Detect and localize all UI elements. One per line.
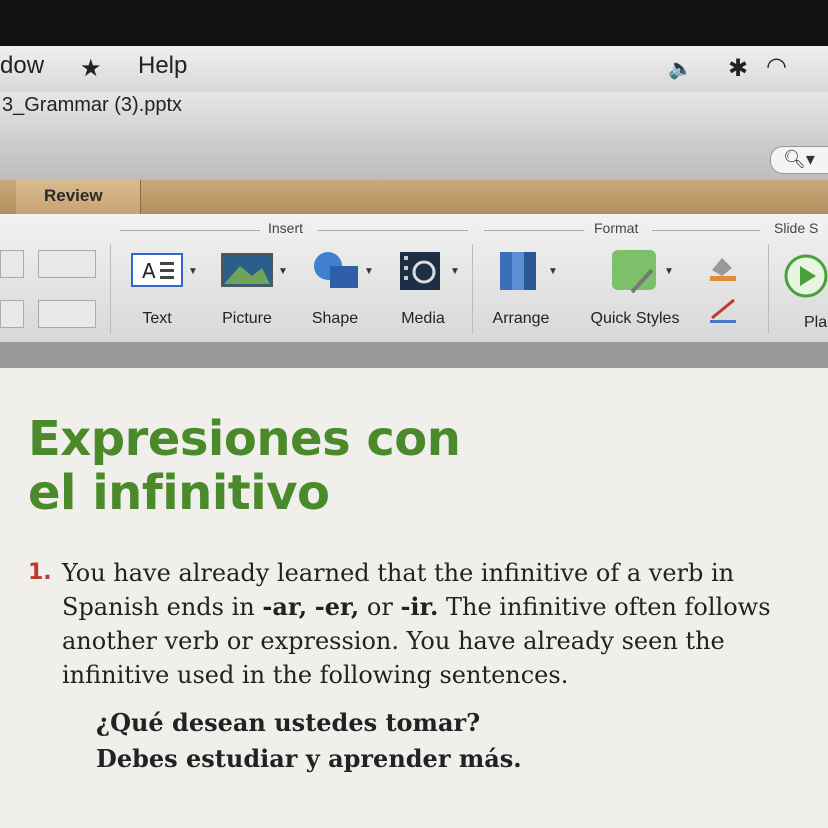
chevron-down-icon[interactable]: ▼ xyxy=(278,266,288,277)
ribbon-separator xyxy=(110,244,111,334)
chevron-down-icon[interactable]: ▼ xyxy=(664,266,674,277)
wifi-icon[interactable]: ◠ xyxy=(766,52,787,81)
paint-bucket-icon xyxy=(710,258,736,281)
text-button[interactable]: A ▼ Text xyxy=(122,248,198,338)
menu-help[interactable]: Help xyxy=(138,52,187,80)
media-button[interactable]: ▼ Media xyxy=(388,248,460,338)
quick-styles-button-label: Quick Styles xyxy=(590,310,680,327)
chevron-down-icon[interactable]: ▼ xyxy=(188,266,198,277)
pen-icon xyxy=(710,298,736,323)
ending-er: -er, xyxy=(314,592,360,621)
columns-dropdown[interactable] xyxy=(38,250,96,278)
arrange-button-label: Arrange xyxy=(492,310,550,327)
text-box-icon: A xyxy=(131,253,183,287)
quick-styles-icon xyxy=(612,250,656,294)
search-icon: 🔍︎▾ xyxy=(783,149,815,169)
ending-ir: -ir. xyxy=(400,592,439,621)
shape-button-label: Shape xyxy=(311,310,359,327)
window-title-bar: 3_Grammar (3).pptx xyxy=(0,92,828,140)
slide-show-group-label: Slide S xyxy=(774,220,819,236)
ribbon-separator xyxy=(472,244,473,334)
menu-window[interactable]: dow xyxy=(0,52,44,80)
play-icon xyxy=(784,254,828,298)
document-title: 3_Grammar (3).pptx xyxy=(2,94,183,116)
item-number: 1. xyxy=(28,560,52,585)
volume-icon[interactable]: 🔈 xyxy=(668,56,693,81)
format-group-label: Format xyxy=(594,220,639,236)
example-sentence-1: ¿Qué desean ustedes tomar? xyxy=(96,708,481,737)
svg-text:A: A xyxy=(142,259,156,283)
example-sentence-2: Debes estudiar y aprender más. xyxy=(96,744,522,773)
arrange-icon xyxy=(500,252,536,290)
insert-group-line-right xyxy=(318,230,468,231)
chevron-down-icon[interactable]: ▼ xyxy=(364,266,374,277)
slide-canvas-background xyxy=(0,342,828,368)
quick-styles-button[interactable]: ▼ Quick Styles xyxy=(591,248,679,338)
shape-icon xyxy=(314,252,358,288)
play-button[interactable]: Pla xyxy=(782,252,828,338)
format-group-line-right xyxy=(652,230,760,231)
fill-color-button[interactable] xyxy=(706,252,740,282)
search-field[interactable]: 🔍︎▾ xyxy=(770,146,828,174)
picture-button[interactable]: ▼ Picture xyxy=(212,248,288,338)
media-icon xyxy=(400,252,440,290)
align-dropdown[interactable] xyxy=(38,300,96,328)
arrange-button[interactable]: ▼ Arrange xyxy=(486,248,558,338)
line-color-button[interactable] xyxy=(706,296,740,326)
section-dropdown[interactable] xyxy=(0,300,24,328)
screen-bezel xyxy=(0,0,828,46)
toolbar xyxy=(0,140,828,180)
play-button-label: Pla xyxy=(804,314,828,331)
heading-line-2: el infinitivo xyxy=(28,465,330,521)
ending-ar: -ar, xyxy=(262,592,308,621)
menu-bar: dow ★ Help 🔈 ✱ ◠ xyxy=(0,46,828,93)
layout-dropdown[interactable] xyxy=(0,250,24,278)
picture-button-label: Picture xyxy=(222,310,272,327)
format-group-line-left xyxy=(484,230,584,231)
or-word: or xyxy=(359,593,401,621)
media-button-label: Media xyxy=(401,310,445,327)
shape-button[interactable]: ▼ Shape xyxy=(300,248,374,338)
ribbon-separator xyxy=(768,244,769,334)
picture-icon xyxy=(221,253,273,287)
tab-review-label: Review xyxy=(44,186,103,205)
chevron-down-icon[interactable]: ▼ xyxy=(548,266,558,277)
chevron-down-icon[interactable]: ▼ xyxy=(450,266,460,277)
numbered-paragraph: 1. You have already learned that the inf… xyxy=(28,556,818,692)
bluetooth-icon[interactable]: ✱ xyxy=(728,54,748,83)
script-icon[interactable]: ★ xyxy=(80,54,102,83)
slide-heading: Expresiones con el infinitivo xyxy=(28,411,461,521)
text-button-label: Text xyxy=(142,310,172,327)
insert-group-line-left xyxy=(120,230,260,231)
tab-review[interactable]: Review xyxy=(16,180,141,214)
heading-line-1: Expresiones con xyxy=(28,411,461,467)
paragraph-text: You have already learned that the infini… xyxy=(62,556,818,692)
insert-group-label: Insert xyxy=(268,220,304,236)
